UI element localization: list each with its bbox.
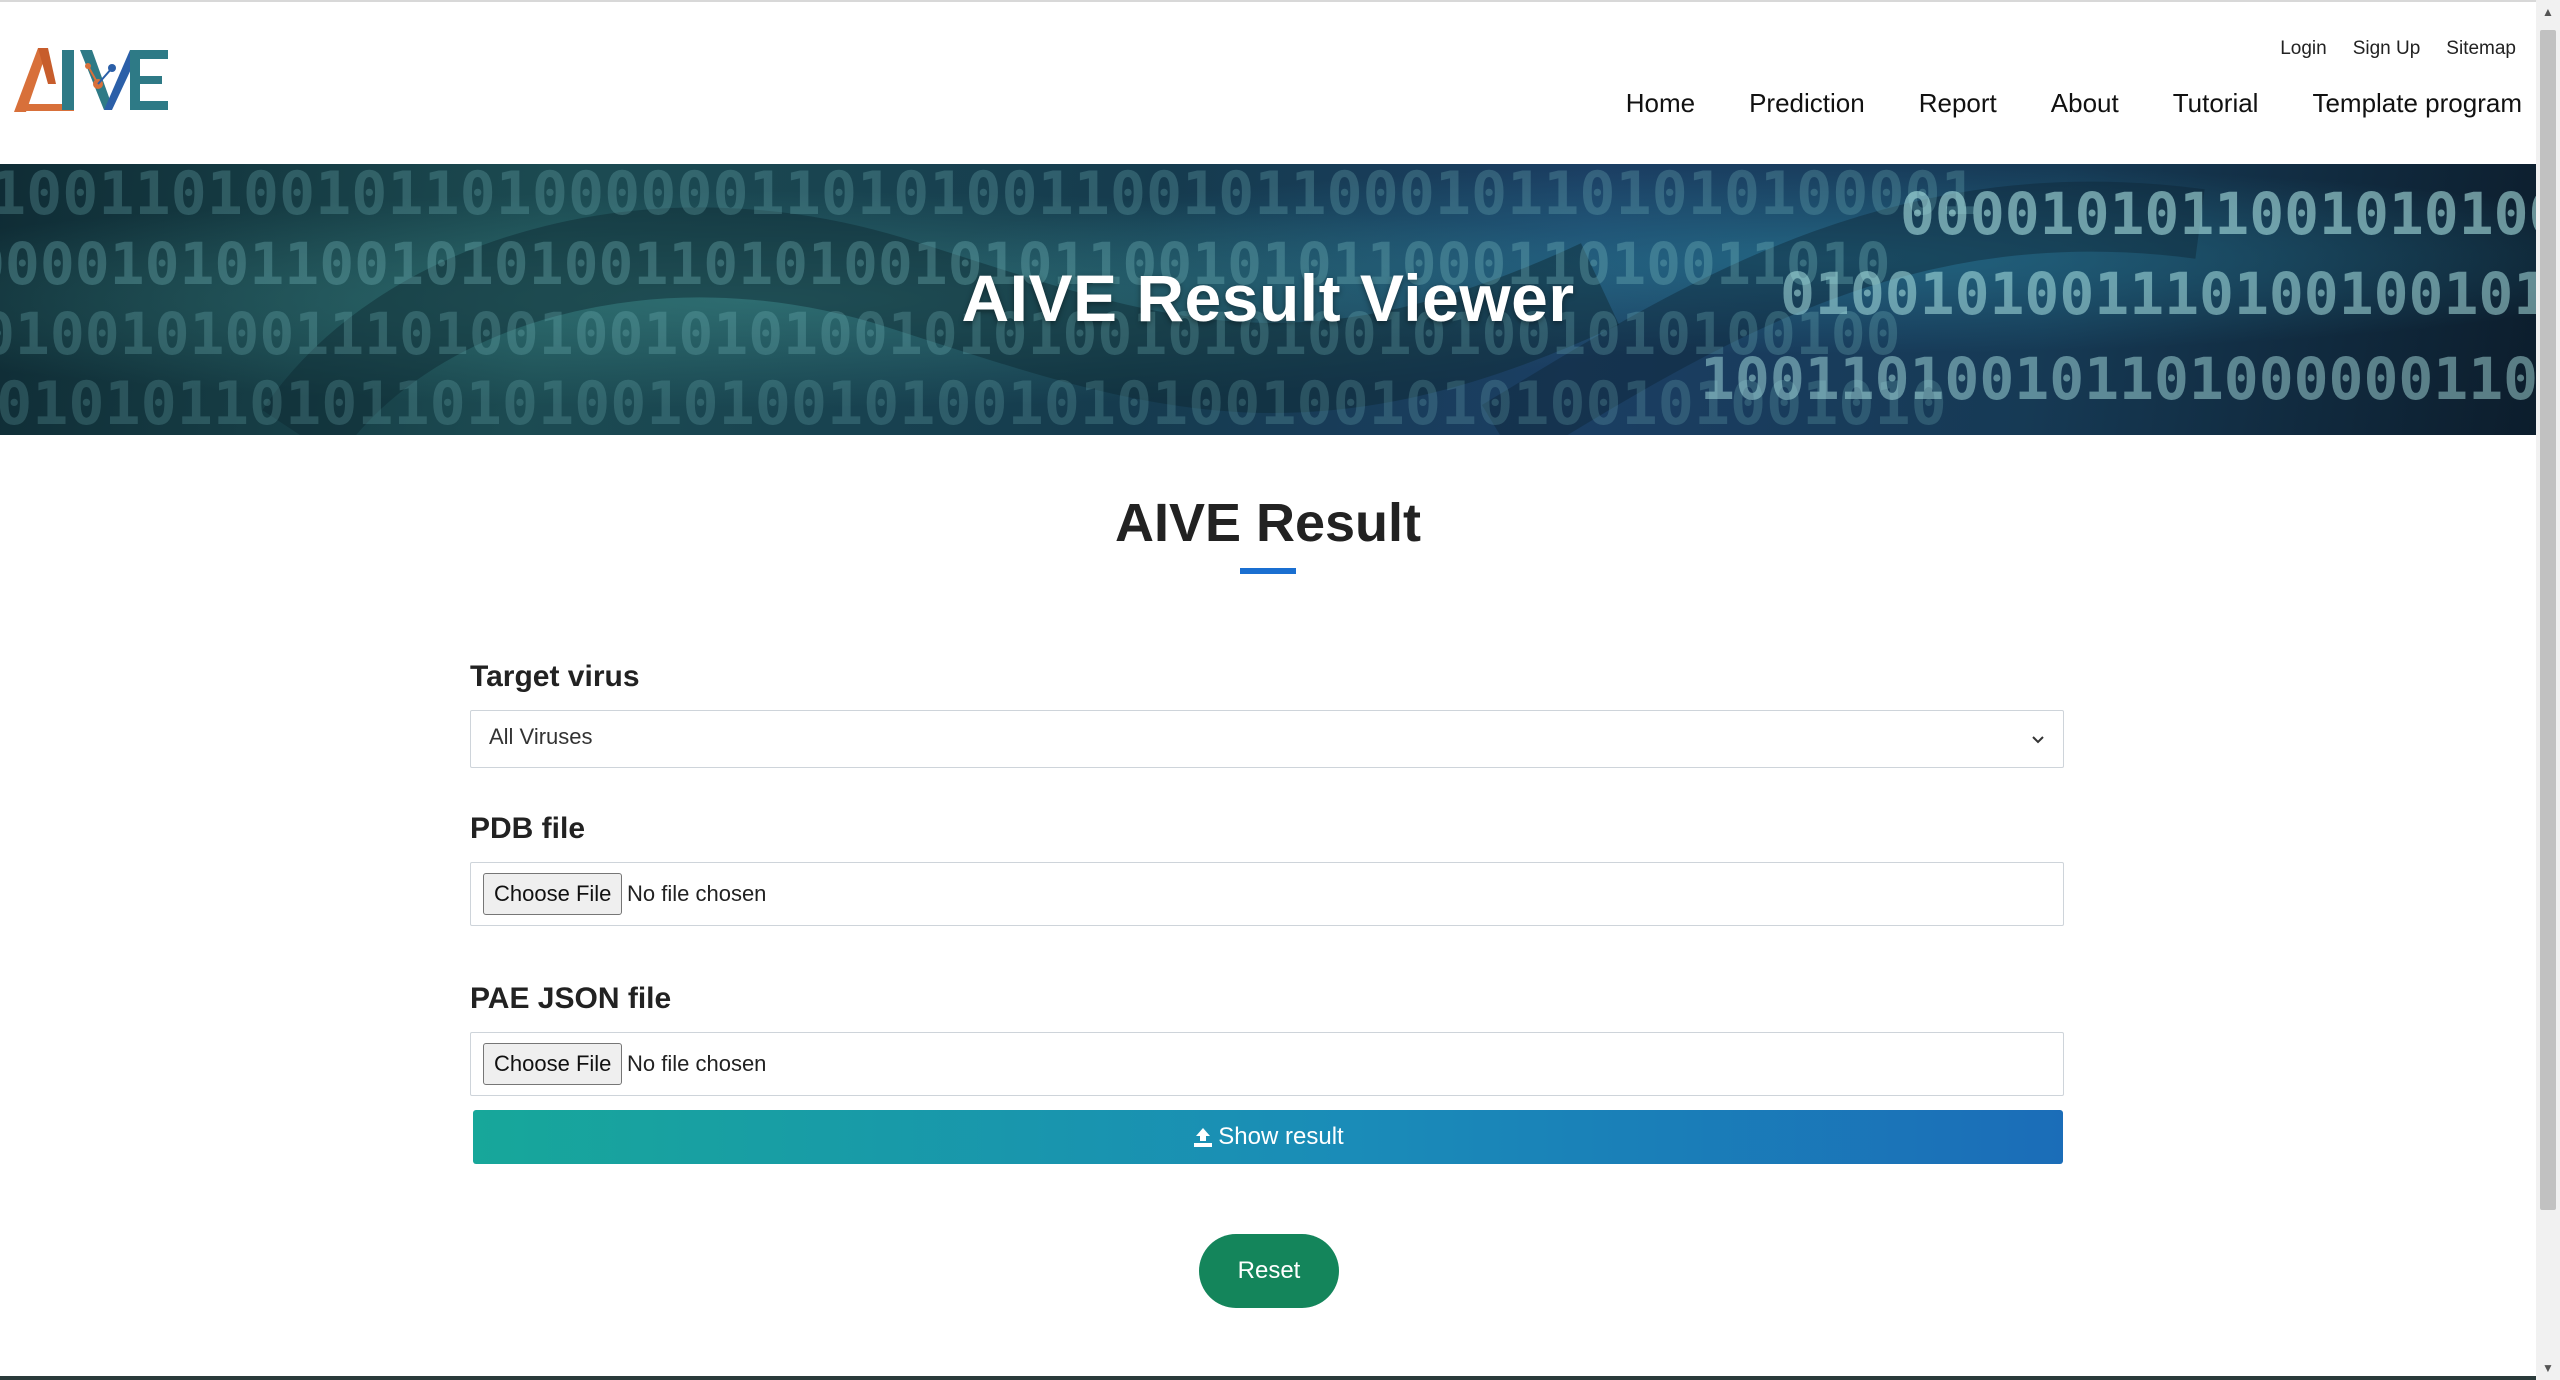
title-underline	[1240, 568, 1296, 574]
show-result-button[interactable]: Show result	[473, 1110, 2063, 1164]
login-link[interactable]: Login	[2280, 38, 2327, 60]
scroll-thumb[interactable]	[2540, 30, 2556, 1210]
aive-logo[interactable]	[12, 44, 172, 116]
reset-label: Reset	[1237, 1257, 1301, 1284]
svg-text:100110100101101000000110101001: 1001101001011010000001101010011001011000…	[0, 164, 1977, 229]
pae-json-file-label: PAE JSON file	[470, 982, 672, 1015]
chevron-down-icon	[2032, 736, 2044, 744]
signup-link[interactable]: Sign Up	[2353, 38, 2421, 60]
pdb-file-status: No file chosen	[627, 881, 767, 906]
page: Login Sign Up Sitemap Home Prediction Re…	[0, 0, 2560, 1380]
pae-choose-file-button[interactable]: Choose File	[483, 1043, 623, 1085]
pae-file-status: No file chosen	[627, 1051, 767, 1076]
target-virus-value: All Viruses	[489, 724, 593, 749]
hero-banner: 1001101001011010000001101010011001011000…	[0, 164, 2536, 435]
svg-text:000010101100101010011010100101: 0000101011001010100110101001010110010101…	[1900, 180, 2536, 248]
page-scrollbar[interactable]: ▲ ▼	[2536, 0, 2560, 1380]
site-header: Login Sign Up Sitemap Home Prediction Re…	[0, 2, 2536, 164]
nav-about[interactable]: About	[2051, 88, 2119, 119]
scroll-up-arrow-icon[interactable]: ▲	[2536, 0, 2560, 24]
upload-icon	[1194, 1128, 1213, 1147]
svg-text:101010110101101010010100101001: 1010101101011010100101001010010101001001…	[0, 369, 1947, 435]
scroll-down-arrow-icon[interactable]: ▼	[2536, 1356, 2560, 1380]
target-virus-select[interactable]: All Viruses	[470, 710, 2064, 768]
pdb-file-label: PDB file	[470, 812, 586, 845]
pdb-file-input[interactable]: Choose File No file chosen	[470, 862, 2064, 926]
utility-nav: Login Sign Up Sitemap	[2280, 38, 2516, 60]
svg-text:100110100101101000000110101001: 1001101001011010000001101010011001011000…	[1700, 345, 2536, 413]
show-result-label: Show result	[1218, 1123, 1344, 1150]
nav-report[interactable]: Report	[1919, 88, 1997, 119]
nav-template-program[interactable]: Template program	[2312, 88, 2522, 119]
nav-prediction[interactable]: Prediction	[1749, 88, 1865, 119]
nav-tutorial[interactable]: Tutorial	[2173, 88, 2259, 119]
pdb-choose-file-button[interactable]: Choose File	[483, 873, 623, 915]
sitemap-link[interactable]: Sitemap	[2446, 38, 2516, 60]
page-title: AIVE Result	[1114, 493, 1422, 553]
pae-json-file-input[interactable]: Choose File No file chosen	[470, 1032, 2064, 1096]
bottom-edge	[0, 1376, 2536, 1380]
hero-title: AIVE Result Viewer	[961, 261, 1575, 335]
nav-home[interactable]: Home	[1626, 88, 1695, 119]
main-nav: Home Prediction Report About Tutorial Te…	[1626, 88, 2522, 119]
aive-logo-icon	[14, 48, 168, 112]
target-virus-label: Target virus	[470, 660, 640, 693]
reset-button[interactable]: Reset	[1199, 1234, 1339, 1308]
